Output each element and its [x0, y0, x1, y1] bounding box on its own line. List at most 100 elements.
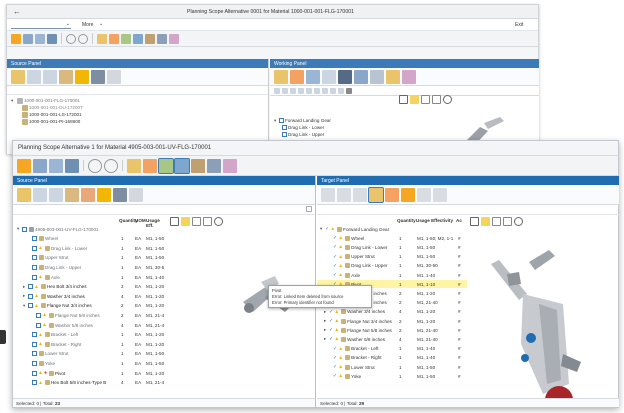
tree-node[interactable]: 1000-001-001-DU-17200T: [11, 104, 264, 111]
link-icon[interactable]: [174, 157, 190, 174]
eye-icon[interactable]: [214, 217, 223, 226]
eye-icon[interactable]: [443, 95, 452, 104]
expand-icon[interactable]: ▸: [23, 293, 27, 299]
check-icon[interactable]: ✓: [333, 254, 337, 260]
check-icon[interactable]: ✓: [329, 309, 333, 315]
search-icon[interactable]: [91, 69, 105, 84]
document-icon[interactable]: [129, 187, 143, 202]
table-row[interactable]: ✓ ▲ Drag Link - Upper 1 M1, 30-50 #: [317, 262, 467, 270]
eye-icon[interactable]: [514, 217, 523, 226]
insert-icon[interactable]: [385, 187, 399, 202]
eye-icon[interactable]: [481, 217, 490, 226]
checkbox-icon[interactable]: [32, 370, 37, 376]
table-row[interactable]: ▸ ✓ ▲ Washer 5/8 inches 4 M1, 21-40 #: [317, 335, 467, 343]
grid-icon[interactable]: [49, 187, 63, 202]
grid-icon[interactable]: [43, 69, 57, 84]
table-row[interactable]: Yoke 1 EA M1, 1-50: [13, 359, 168, 367]
checkbox-icon[interactable]: [32, 341, 37, 347]
qty-column-header[interactable]: Quantity: [397, 218, 416, 223]
document-icon[interactable]: [107, 69, 121, 84]
grid-icon[interactable]: [322, 69, 336, 84]
table-row[interactable]: ▲ Hex Bolt 5/8 inches-Type B 4 EA M1, 21-4: [13, 379, 168, 387]
checkbox-icon[interactable]: [32, 351, 37, 357]
table-row[interactable]: ▲ Axle 1 EA M1, 1-40: [13, 273, 168, 281]
checkbox-icon[interactable]: [32, 245, 37, 251]
checkbox-icon[interactable]: [36, 322, 41, 328]
eye-icon[interactable]: [127, 158, 141, 173]
checkbox-icon[interactable]: [32, 255, 37, 261]
tree-node[interactable]: Drag Link - Upper: [274, 131, 394, 138]
table-row[interactable]: ▾ ✓ ▲ Forward Landing Gear: [317, 225, 467, 233]
eye-icon[interactable]: [181, 217, 190, 226]
grid-icon[interactable]: [274, 87, 280, 94]
check-icon[interactable]: ✓: [333, 272, 337, 278]
move-icon[interactable]: [290, 69, 304, 84]
expand-icon[interactable]: ▾: [17, 226, 21, 232]
swap-icon[interactable]: [143, 158, 157, 173]
side-handle[interactable]: [0, 330, 6, 344]
columns-icon[interactable]: [47, 33, 57, 44]
table-icon[interactable]: [49, 158, 63, 173]
more-menu[interactable]: More: [82, 22, 93, 28]
checkbox-icon[interactable]: [282, 132, 287, 137]
grid-icon[interactable]: [33, 158, 47, 173]
tree-node[interactable]: Drag Link - Lower: [274, 124, 394, 131]
grid-icon[interactable]: [330, 87, 336, 94]
square-icon[interactable]: [203, 217, 212, 226]
add-icon[interactable]: [274, 69, 288, 84]
grid-icon[interactable]: [33, 187, 47, 202]
checkbox-icon[interactable]: [32, 360, 37, 366]
list-icon[interactable]: [207, 158, 221, 173]
checkbox-icon[interactable]: [28, 284, 33, 290]
checkbox-icon[interactable]: [32, 236, 37, 242]
document-icon[interactable]: [433, 187, 447, 202]
transfer-icon[interactable]: [81, 187, 95, 202]
grid-icon[interactable]: [290, 87, 296, 94]
settings-icon[interactable]: [346, 87, 352, 94]
fit-icon[interactable]: [170, 217, 179, 226]
checkbox-icon[interactable]: [36, 312, 41, 318]
check-icon[interactable]: ✓: [333, 373, 337, 379]
document-icon[interactable]: [417, 187, 431, 202]
checkbox-icon[interactable]: [22, 226, 27, 232]
undo-icon[interactable]: [88, 158, 102, 173]
square-icon[interactable]: [503, 217, 512, 226]
table-row[interactable]: Wheel 1 EA M1, 1-50: [13, 235, 168, 243]
table-row[interactable]: ✓ ▲ Yoke 1 M1, 1-50 #: [317, 372, 467, 380]
add-icon[interactable]: [17, 187, 31, 202]
checkbox-icon[interactable]: [279, 118, 284, 123]
table-row[interactable]: ✓ ▲ Lower Strut 1 M1, 1-50 #: [317, 363, 467, 371]
variant-select[interactable]: ⌄: [11, 21, 71, 29]
uom-column-header[interactable]: UOM: [135, 218, 146, 223]
checkbox-icon[interactable]: [32, 332, 37, 338]
undo-icon[interactable]: [66, 33, 76, 44]
fit-icon[interactable]: [470, 217, 479, 226]
square-icon[interactable]: [492, 217, 501, 226]
square-icon[interactable]: [192, 217, 201, 226]
add-icon[interactable]: [321, 187, 335, 202]
check-icon[interactable]: ✓: [333, 244, 337, 250]
check-icon[interactable]: ✓: [333, 235, 337, 241]
table-row[interactable]: ✓ ▲ Drag Link - Lower 1 M1, 1-50 #: [317, 243, 467, 251]
link-icon[interactable]: [133, 33, 143, 44]
table-row[interactable]: ▾ 4905-003-001-UV-FLG-170001: [13, 225, 168, 233]
grid-icon[interactable]: [306, 87, 312, 94]
check-icon[interactable]: ✓: [333, 355, 337, 361]
warning-icon[interactable]: [75, 69, 89, 84]
grid-icon[interactable]: [298, 87, 304, 94]
expand-icon[interactable]: ▸: [23, 284, 27, 290]
edit-icon[interactable]: [306, 69, 320, 84]
settings-icon[interactable]: [145, 33, 155, 44]
columns-icon[interactable]: [65, 158, 79, 173]
grid-icon[interactable]: [282, 87, 288, 94]
list-icon[interactable]: [370, 69, 384, 84]
warning-icon[interactable]: [97, 187, 111, 202]
check-icon[interactable]: ✓: [333, 364, 337, 370]
checkbox-icon[interactable]: [28, 303, 33, 309]
table-row[interactable]: ▸ ▲ Washer 3/4 inches 4 EA M1, 1-20: [13, 292, 168, 300]
exit-button[interactable]: Exit: [515, 22, 523, 28]
tree-node[interactable]: 1000-001-001-PI-168600: [11, 118, 264, 125]
table-row[interactable]: ▲ Drag Link - Lower 1 EA M1, 1-50: [13, 244, 168, 252]
filter-icon[interactable]: [121, 33, 131, 44]
grid-icon[interactable]: [338, 69, 352, 84]
